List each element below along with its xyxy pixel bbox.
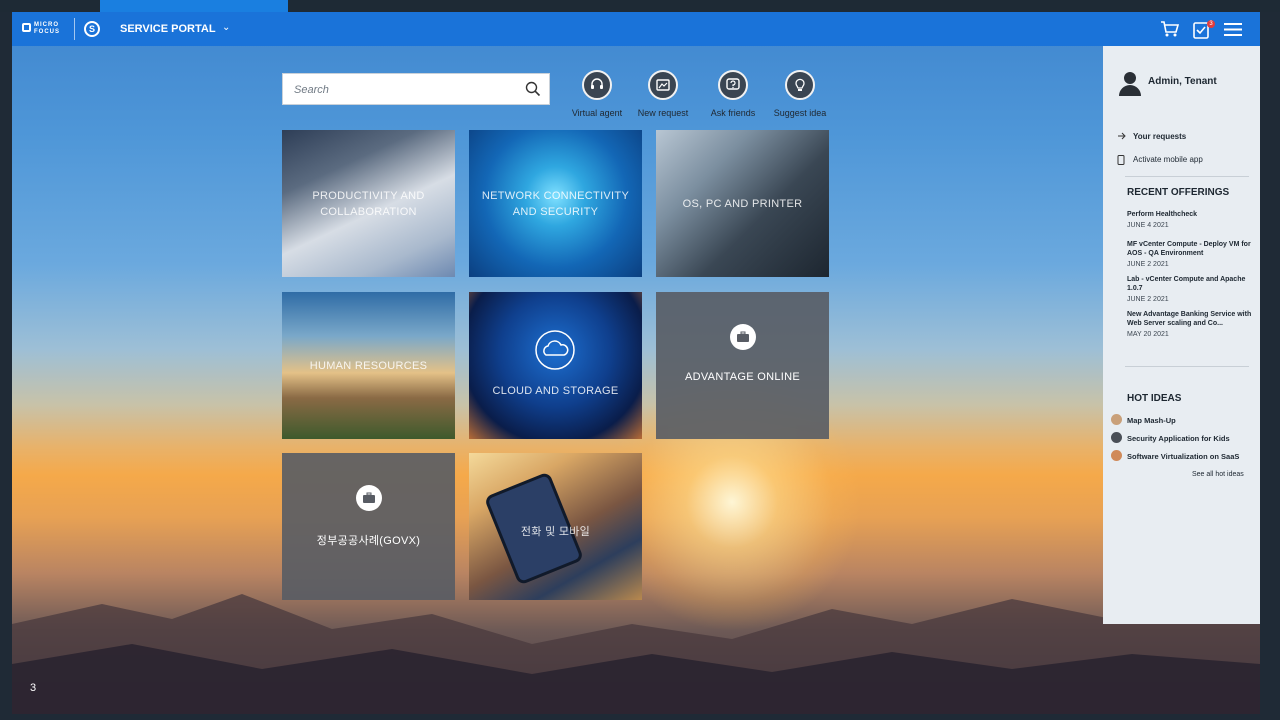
tile-label: NETWORK CONNECTIVITY AND SECURITY: [481, 189, 630, 218]
search-input[interactable]: Search: [282, 73, 550, 105]
idea-avatar: [1111, 414, 1122, 425]
tile-cloud-storage[interactable]: CLOUD AND STORAGE: [469, 292, 642, 439]
chevron-down-icon[interactable]: ⌄: [222, 22, 230, 33]
tile-label: 전화 및 모바일: [520, 525, 591, 538]
tile-label: CLOUD AND STORAGE: [492, 384, 619, 397]
logo-divider: [74, 18, 75, 40]
tile-label: ADVANTAGE ONLINE: [684, 371, 801, 383]
search-placeholder: Search: [294, 84, 329, 96]
sidebar-divider: [1125, 366, 1249, 367]
arrow-in-icon: [1118, 132, 1126, 140]
cart-icon[interactable]: [1160, 20, 1180, 38]
question-bubble-icon: [718, 70, 748, 100]
tile-label: HUMAN RESOURCES: [309, 359, 428, 372]
hot-ideas-heading: HOT IDEAS: [1127, 393, 1182, 404]
active-window-tab: [100, 0, 288, 12]
offering-item[interactable]: Perform Healthcheck JUNE 4 2021: [1127, 210, 1253, 230]
user-avatar-icon[interactable]: [1118, 70, 1142, 96]
quick-action-label: Ask friends: [710, 108, 756, 118]
offering-item[interactable]: MF vCenter Compute - Deploy VM for AOS -…: [1127, 240, 1253, 269]
activate-mobile-link[interactable]: Activate mobile app: [1117, 155, 1203, 167]
your-requests-link[interactable]: Your requests: [1117, 132, 1186, 142]
idea-avatar: [1111, 432, 1122, 443]
recent-offerings-heading: RECENT OFFERINGS: [1127, 187, 1230, 198]
top-navigation-bar: MICRO FOCUS S SERVICE PORTAL ⌄ 3: [12, 12, 1260, 46]
tile-os-pc-printer[interactable]: OS, PC AND PRINTER: [656, 130, 829, 277]
user-name[interactable]: Admin, Tenant: [1148, 76, 1217, 87]
tile-label: OS, PC AND PRINTER: [682, 197, 803, 210]
tile-advantage-online[interactable]: ADVANTAGE ONLINE: [656, 292, 829, 439]
tile-phone-mobile[interactable]: 전화 및 모바일: [469, 453, 642, 600]
briefcase-icon: [730, 324, 756, 350]
idea-avatar: [1111, 450, 1122, 461]
tile-productivity-collaboration[interactable]: PRODUCTIVITY AND COLLABORATION: [282, 130, 455, 277]
new-request-icon: [648, 70, 678, 100]
mobile-phone-icon: [1117, 155, 1125, 165]
tile-human-resources[interactable]: HUMAN RESOURCES: [282, 292, 455, 439]
tile-govx[interactable]: 정부공공사례(GOVX): [282, 453, 455, 600]
tile-label: 정부공공사례(GOVX): [316, 535, 421, 547]
briefcase-icon: [356, 485, 382, 511]
sidebar-divider: [1125, 176, 1249, 177]
notification-badge: 3: [1207, 20, 1215, 28]
offering-item[interactable]: New Advantage Banking Service with Web S…: [1127, 310, 1253, 339]
search-icon[interactable]: [525, 81, 541, 97]
see-all-hot-ideas-link[interactable]: See all hot ideas: [1192, 471, 1244, 478]
suggest-idea-button[interactable]: Suggest idea: [765, 70, 835, 118]
new-request-button[interactable]: New request: [628, 70, 698, 118]
offering-item[interactable]: Lab - vCenter Compute and Apache 1.0.7 J…: [1127, 275, 1253, 304]
quick-action-label: Virtual agent: [571, 108, 623, 118]
virtual-agent-button[interactable]: Virtual agent: [562, 70, 632, 118]
ask-friends-button[interactable]: Ask friends: [698, 70, 768, 118]
portal-title[interactable]: SERVICE PORTAL: [120, 23, 216, 35]
headset-icon: [582, 70, 612, 100]
quick-action-label: Suggest idea: [773, 108, 827, 118]
quick-action-label: New request: [637, 108, 689, 118]
service-portal-brand-icon: S: [84, 21, 100, 37]
right-sidebar: Admin, Tenant Your requests Activate mob…: [1103, 46, 1260, 624]
tile-network-connectivity-security[interactable]: NETWORK CONNECTIVITY AND SECURITY: [469, 130, 642, 277]
tile-label: PRODUCTIVITY AND COLLABORATION: [312, 189, 425, 218]
hamburger-menu-icon[interactable]: [1224, 22, 1242, 37]
micro-focus-logo: MICRO FOCUS: [22, 21, 62, 37]
service-portal-app: MICRO FOCUS S SERVICE PORTAL ⌄ 3 Search …: [12, 12, 1260, 714]
slide-number: 3: [30, 682, 37, 694]
lightbulb-icon: [785, 70, 815, 100]
